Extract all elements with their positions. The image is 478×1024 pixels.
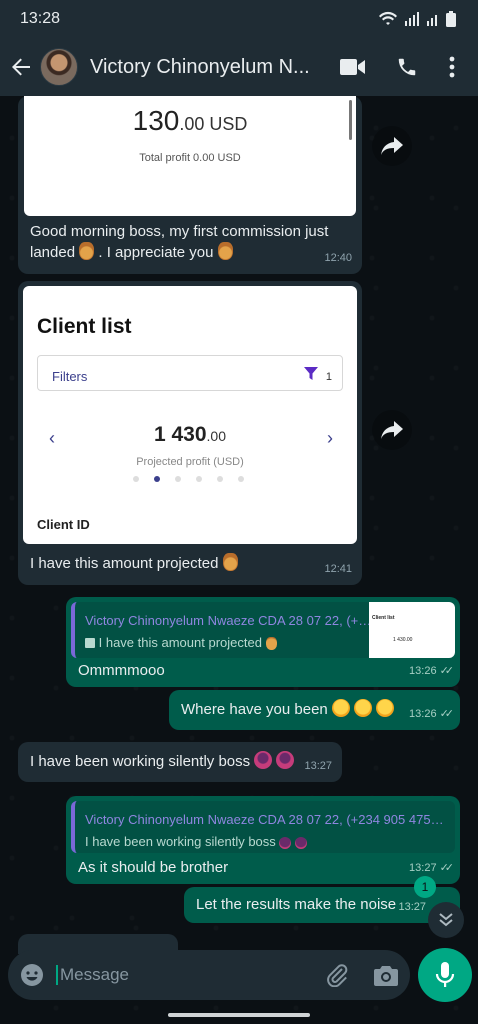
message-time: 12:41 xyxy=(324,563,352,575)
projected-profit-label: Projected profit (USD) xyxy=(136,456,244,468)
projected-amount: 1 430 xyxy=(153,423,207,446)
message-time-wrap: 13:26 ✓✓ xyxy=(409,704,455,725)
contact-name[interactable]: Victory Chinonyelum N... xyxy=(90,56,320,79)
message-input[interactable]: Message xyxy=(56,965,326,985)
thumbnail-amount: 1 430.00 xyxy=(393,637,413,643)
projected-amount-decimals: .00 xyxy=(206,428,227,444)
laughing-emoji xyxy=(331,699,350,717)
profit-amount: 130 xyxy=(132,105,180,136)
photo-icon xyxy=(85,638,95,648)
message-time: 13:27 xyxy=(304,760,332,772)
quote-author: Victory Chinonyelum Nwaeze CDA 28 07 22,… xyxy=(85,812,445,827)
message-incoming-2[interactable]: Client list Filters 1 ‹ › 1 430.00 Proje… xyxy=(18,281,362,585)
status-time: 13:28 xyxy=(20,10,61,27)
filter-funnel-icon xyxy=(304,367,318,380)
forward-button[interactable] xyxy=(372,126,412,166)
thumbnail-title: Client list xyxy=(372,615,395,621)
praying-hands-emoji xyxy=(79,242,95,260)
quote-text: I have been working silently boss xyxy=(85,831,308,852)
video-call-button[interactable] xyxy=(326,43,380,91)
status-icons xyxy=(378,11,456,27)
message-time: 13:26 xyxy=(409,708,437,720)
filters-box: Filters 1 xyxy=(37,355,343,391)
message-text: Good morning boss, my first commission j… xyxy=(30,223,329,240)
scroll-to-bottom-button[interactable] xyxy=(428,902,464,938)
chat-header: Victory Chinonyelum N... xyxy=(0,38,478,96)
message-text: I have been working silently boss xyxy=(30,753,251,770)
client-list-title: Client list xyxy=(37,315,132,338)
forward-arrow-icon xyxy=(381,137,403,155)
more-options-button[interactable] xyxy=(434,43,470,91)
message-text-cont2: . I appreciate you xyxy=(98,244,214,261)
filters-label: Filters xyxy=(52,369,88,384)
home-indicator xyxy=(168,1013,310,1017)
dancers-emoji xyxy=(279,837,292,849)
total-profit-label: Total profit 0.00 USD xyxy=(139,152,241,164)
screenshot-image-client-list[interactable]: Client list Filters 1 ‹ › 1 430.00 Proje… xyxy=(23,286,357,544)
carousel-dots xyxy=(133,476,244,482)
back-button[interactable] xyxy=(8,47,34,87)
message-time: 12:40 xyxy=(324,252,352,264)
message-time-wrap: 13:26 ✓✓ xyxy=(409,661,455,682)
praying-hands-emoji xyxy=(217,242,233,260)
emoji-icon[interactable] xyxy=(20,963,44,987)
dancers-emoji xyxy=(295,837,308,849)
message-incoming-1[interactable]: 130.00 USD Total profit 0.00 USD Good mo… xyxy=(18,96,362,274)
message-incoming-3[interactable]: I have been working silently boss 13:27 xyxy=(18,742,342,782)
message-time: 13:27 xyxy=(398,901,426,913)
message-time-wrap: 13:27 ✓✓ xyxy=(409,858,455,879)
message-outgoing-3[interactable]: Victory Chinonyelum Nwaeze CDA 28 07 22,… xyxy=(66,796,460,884)
message-text: Ommmmooo xyxy=(78,662,165,679)
profit-amount-decimals: .00 USD xyxy=(179,114,248,134)
read-receipt-icon: ✓✓ xyxy=(439,665,455,677)
dancers-emoji xyxy=(276,751,295,769)
image-scrollbar xyxy=(349,100,352,140)
message-text: I have this amount projected xyxy=(30,555,219,572)
message-text: As it should be brother xyxy=(78,859,229,876)
screenshot-image-profit[interactable]: 130.00 USD Total profit 0.00 USD xyxy=(24,96,356,216)
voice-call-button[interactable] xyxy=(380,43,434,91)
attachment-icon[interactable] xyxy=(326,963,348,987)
message-text: Let the results make the noise xyxy=(196,896,397,913)
video-camera-icon xyxy=(340,59,365,75)
quote-thumbnail: Client list 1 430.00 xyxy=(369,602,455,658)
microphone-icon xyxy=(435,962,455,987)
filters-count: 1 xyxy=(325,371,332,383)
forward-button[interactable] xyxy=(372,410,412,450)
signal-icon xyxy=(405,12,419,26)
message-outgoing-1[interactable]: Victory Chinonyelum Nwaeze CDA 28 07 22,… xyxy=(66,597,460,687)
quote-text-content: I have this amount projected xyxy=(98,635,262,650)
quote-text: I have this amount projected xyxy=(85,632,277,653)
double-chevron-down-icon xyxy=(439,913,453,927)
voice-message-button[interactable] xyxy=(418,948,472,1002)
unread-count-badge: 1 xyxy=(414,876,436,898)
message-time: 13:26 xyxy=(409,665,437,677)
wifi-icon xyxy=(379,11,397,25)
read-receipt-icon: ✓✓ xyxy=(439,862,455,874)
quote-author: Victory Chinonyelum Nwaeze CDA 28 07 22,… xyxy=(85,613,375,628)
quoted-message[interactable]: Victory Chinonyelum Nwaeze CDA 28 07 22,… xyxy=(71,602,455,658)
camera-icon[interactable] xyxy=(374,964,398,986)
laughing-emoji xyxy=(354,699,373,717)
battery-icon xyxy=(446,11,456,27)
message-text: Where have you been xyxy=(181,701,328,718)
phone-icon xyxy=(398,58,416,76)
praying-hands-emoji xyxy=(222,553,238,571)
signal-icon-2 xyxy=(427,15,437,26)
contact-avatar[interactable] xyxy=(40,48,78,86)
status-bar: 13:28 xyxy=(0,0,478,38)
back-arrow-icon xyxy=(12,58,30,76)
praying-hands-emoji xyxy=(265,637,277,650)
kebab-menu-icon xyxy=(449,56,455,78)
client-id-column: Client ID xyxy=(37,517,90,532)
dancers-emoji xyxy=(254,751,273,769)
message-composer: Message xyxy=(8,950,410,1000)
message-outgoing-2[interactable]: Where have you been 13:26 ✓✓ xyxy=(169,690,460,730)
read-receipt-icon: ✓✓ xyxy=(439,708,455,720)
message-text-cont: landed xyxy=(30,244,76,261)
quote-text-content: I have been working silently boss xyxy=(85,834,276,849)
laughing-emoji xyxy=(376,699,395,717)
forward-arrow-icon xyxy=(381,421,403,439)
quoted-message[interactable]: Victory Chinonyelum Nwaeze CDA 28 07 22,… xyxy=(71,801,455,853)
